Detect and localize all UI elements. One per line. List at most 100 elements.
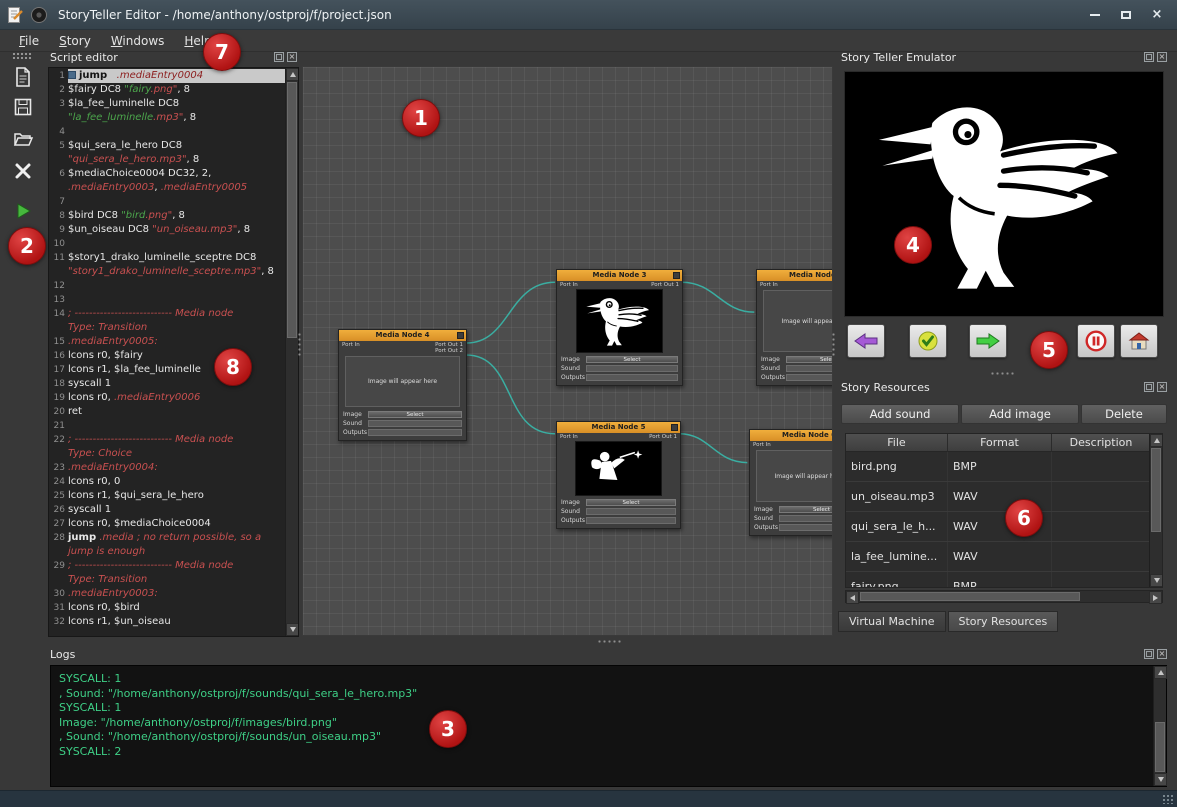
media-node[interactable]: Media Node 2Port InPort Out 1Image will … bbox=[756, 269, 833, 386]
node-title[interactable]: Media Node 2 bbox=[757, 270, 833, 281]
forward-button[interactable] bbox=[969, 324, 1007, 358]
logs-scrollbar[interactable] bbox=[1153, 666, 1166, 786]
script-line[interactable]: 24lcons r0, 0 bbox=[49, 475, 285, 489]
script-line[interactable]: 15.mediaEntry0005: bbox=[49, 335, 285, 349]
menu-file[interactable]: File bbox=[10, 32, 48, 50]
menu-windows[interactable]: Windows bbox=[102, 32, 174, 50]
script-line[interactable]: 4 bbox=[49, 125, 285, 139]
logs-output[interactable]: SYSCALL: 1, Sound: "/home/anthony/ostpro… bbox=[50, 665, 1167, 787]
close-button[interactable]: × bbox=[1143, 5, 1171, 25]
tab-story-resources[interactable]: Story Resources bbox=[948, 611, 1059, 632]
minimize-button[interactable] bbox=[1081, 5, 1109, 25]
scrollbar-thumb[interactable] bbox=[860, 592, 1080, 601]
close-panel-icon[interactable]: × bbox=[1157, 52, 1167, 62]
add-sound-button[interactable]: Add sound bbox=[841, 404, 959, 424]
scrollbar-thumb[interactable] bbox=[287, 82, 297, 338]
scrollbar-thumb[interactable] bbox=[1151, 448, 1161, 532]
script-line[interactable]: 27lcons r0, $mediaChoice0004 bbox=[49, 517, 285, 531]
script-line[interactable]: 22; --------------------------- Media no… bbox=[49, 433, 285, 461]
open-folder-button[interactable] bbox=[8, 124, 38, 154]
title-bar[interactable]: StoryTeller Editor - /home/anthony/ostpr… bbox=[0, 0, 1177, 30]
script-line[interactable]: 5$qui_sera_le_hero DC8 "qui_sera_le_hero… bbox=[49, 139, 285, 167]
new-document-button[interactable] bbox=[8, 62, 38, 92]
splitter-handle[interactable] bbox=[297, 332, 302, 358]
script-line[interactable]: 3$la_fee_luminelle DC8 "la_fee_luminelle… bbox=[49, 97, 285, 125]
resources-vscroll[interactable] bbox=[1149, 434, 1162, 587]
script-line[interactable]: 10 bbox=[49, 237, 285, 251]
scrollbar-thumb[interactable] bbox=[1155, 722, 1165, 772]
toolbar-grip[interactable] bbox=[12, 52, 32, 59]
script-line[interactable]: 14; --------------------------- Media no… bbox=[49, 307, 285, 335]
media-node[interactable]: Media Node 6Port InPort Out 1Image will … bbox=[749, 429, 833, 536]
node-canvas[interactable]: Media Node 4Port InPort Out 1 Port Out 2… bbox=[302, 66, 833, 636]
add-image-button[interactable]: Add image bbox=[961, 404, 1079, 424]
node-title[interactable]: Media Node 4 bbox=[339, 330, 466, 341]
script-line[interactable]: 7 bbox=[49, 195, 285, 209]
menu-story[interactable]: Story bbox=[50, 32, 100, 50]
delete-button[interactable]: Delete bbox=[1081, 404, 1167, 424]
resource-row[interactable]: fairy.pngBMP bbox=[846, 572, 1151, 587]
close-panel-icon[interactable]: × bbox=[1157, 649, 1167, 659]
column-header[interactable]: Description bbox=[1052, 434, 1151, 452]
home-button[interactable] bbox=[1120, 324, 1158, 358]
tab-virtual-machine[interactable]: Virtual Machine bbox=[838, 611, 946, 632]
script-line[interactable]: 30.mediaEntry0003: bbox=[49, 587, 285, 601]
script-line[interactable]: 32lcons r1, $un_oiseau bbox=[49, 615, 285, 629]
pause-button[interactable] bbox=[1077, 324, 1115, 358]
resource-row[interactable]: bird.pngBMP bbox=[846, 452, 1151, 482]
scroll-left-icon[interactable] bbox=[846, 591, 859, 604]
column-header[interactable]: Format bbox=[948, 434, 1052, 452]
save-button[interactable] bbox=[8, 92, 38, 122]
script-line[interactable]: 29; --------------------------- Media no… bbox=[49, 559, 285, 587]
resource-row[interactable]: un_oiseau.mp3WAV bbox=[846, 482, 1151, 512]
node-title[interactable]: Media Node 3 bbox=[557, 270, 682, 281]
float-panel-icon[interactable] bbox=[1144, 382, 1154, 392]
close-project-button[interactable] bbox=[8, 156, 38, 186]
resource-row[interactable]: qui_sera_le_h...WAV bbox=[846, 512, 1151, 542]
media-node[interactable]: Media Node 5Port InPort Out 1 ImageSelec… bbox=[556, 421, 681, 529]
scroll-right-icon[interactable] bbox=[1149, 591, 1162, 604]
float-panel-icon[interactable] bbox=[1144, 649, 1154, 659]
script-line[interactable]: 12 bbox=[49, 279, 285, 293]
script-editor[interactable]: 1jump .mediaEntry00042$fairy DC8 "fairy.… bbox=[48, 67, 299, 637]
node-title[interactable]: Media Node 5 bbox=[557, 422, 680, 433]
validate-button[interactable] bbox=[909, 324, 947, 358]
script-line[interactable]: 25lcons r1, $qui_sera_le_hero bbox=[49, 489, 285, 503]
run-button[interactable] bbox=[8, 196, 38, 226]
scroll-up-icon[interactable] bbox=[286, 68, 299, 81]
maximize-button[interactable] bbox=[1112, 5, 1140, 25]
resize-grip[interactable] bbox=[1162, 794, 1174, 804]
script-line[interactable]: 6$mediaChoice0004 DC32, 2, .mediaEntry00… bbox=[49, 167, 285, 195]
splitter-handle[interactable] bbox=[597, 639, 623, 644]
script-line[interactable]: 8$bird DC8 "bird.png", 8 bbox=[49, 209, 285, 223]
script-line[interactable]: 2$fairy DC8 "fairy.png", 8 bbox=[49, 83, 285, 97]
scroll-down-icon[interactable] bbox=[286, 623, 299, 636]
script-line[interactable]: 28jump .media ; no return possible, so a… bbox=[49, 531, 285, 559]
scroll-down-icon[interactable] bbox=[1154, 773, 1167, 786]
column-header[interactable]: File bbox=[846, 434, 948, 452]
float-panel-icon[interactable] bbox=[274, 52, 284, 62]
node-title[interactable]: Media Node 6 bbox=[750, 430, 833, 441]
script-line[interactable]: 19lcons r0, .mediaEntry0006 bbox=[49, 391, 285, 405]
script-line[interactable]: 1jump .mediaEntry0004 bbox=[49, 69, 285, 83]
close-panel-icon[interactable]: × bbox=[1157, 382, 1167, 392]
script-line[interactable]: 23.mediaEntry0004: bbox=[49, 461, 285, 475]
media-node[interactable]: Media Node 3Port InPort Out 1 ImageSelec… bbox=[556, 269, 683, 386]
resource-row[interactable]: la_fee_lumine...WAV bbox=[846, 542, 1151, 572]
close-panel-icon[interactable]: × bbox=[287, 52, 297, 62]
script-line[interactable]: 21 bbox=[49, 419, 285, 433]
script-line[interactable]: 13 bbox=[49, 293, 285, 307]
script-line[interactable]: 31lcons r0, $bird bbox=[49, 601, 285, 615]
script-line[interactable]: 11$story1_drako_luminelle_sceptre DC8 "s… bbox=[49, 251, 285, 279]
scroll-up-icon[interactable] bbox=[1154, 666, 1167, 679]
scroll-down-icon[interactable] bbox=[1150, 574, 1163, 587]
float-panel-icon[interactable] bbox=[1144, 52, 1154, 62]
script-line[interactable]: 9$un_oiseau DC8 "un_oiseau.mp3", 8 bbox=[49, 223, 285, 237]
script-line[interactable]: 26syscall 1 bbox=[49, 503, 285, 517]
back-button[interactable] bbox=[847, 324, 885, 358]
script-line[interactable]: 18syscall 1 bbox=[49, 377, 285, 391]
scroll-up-icon[interactable] bbox=[1150, 434, 1163, 447]
script-line[interactable]: 20ret bbox=[49, 405, 285, 419]
resources-hscroll[interactable] bbox=[845, 590, 1163, 603]
media-node[interactable]: Media Node 4Port InPort Out 1 Port Out 2… bbox=[338, 329, 467, 441]
